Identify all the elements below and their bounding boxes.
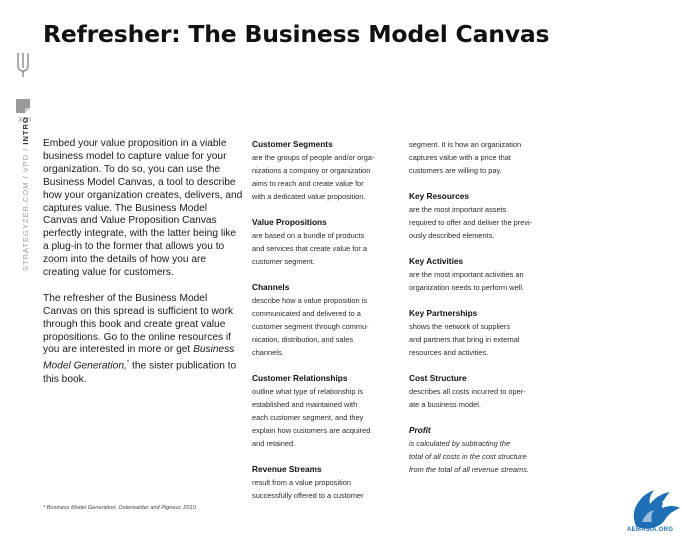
definition-text: is calculated by subtracting the total o…	[409, 439, 529, 474]
intro-paragraph-1: Embed your value proposition in a viable…	[43, 138, 243, 279]
definitions-column-2: segment. It is how an organization captu…	[409, 138, 559, 489]
definition-heading: Revenue Streams	[252, 464, 322, 474]
definition-key-resources: Key Resources are the most important ass…	[409, 190, 559, 242]
footnote: * Business Model Generation, Osterwalder…	[43, 505, 198, 511]
vertical-section-label: STRATEGYZER.COM / VPD / INTRO	[21, 116, 30, 271]
definition-text: are the most important assets required t…	[409, 205, 533, 240]
page-title: Refresher: The Business Model Canvas	[43, 20, 550, 48]
definition-customer-relationships: Customer Relationships outline what type…	[252, 372, 402, 450]
vertical-label-section: INTRO	[21, 116, 30, 145]
definition-heading: Profit	[409, 425, 431, 435]
definition-text: shows the network of suppliers and partn…	[409, 322, 520, 357]
definition-text: are the most important activities an org…	[409, 270, 525, 292]
definition-value-propositions: Value Propositions are based on a bundle…	[252, 216, 402, 268]
definition-key-activities: Key Activities are the most important ac…	[409, 255, 559, 294]
definition-heading: Channels	[252, 282, 290, 292]
definition-text: are based on a bundle of products and se…	[252, 231, 368, 266]
definition-channels: Channels describe how a value propositio…	[252, 281, 402, 359]
definition-customer-segments: Customer Segments are the groups of peop…	[252, 138, 402, 203]
pen-nib-icon	[14, 52, 36, 83]
definition-key-partnerships: Key Partnerships shows the network of su…	[409, 307, 559, 359]
definition-revenue-streams-continued: segment. It is how an organization captu…	[409, 138, 559, 177]
definition-heading: Value Propositions	[252, 217, 327, 227]
definition-heading: Key Partnerships	[409, 308, 478, 318]
definition-heading: Cost Structure	[409, 373, 467, 383]
definition-heading: Key Resources	[409, 191, 469, 201]
definition-text: result from a value proposition successf…	[252, 478, 364, 500]
intro-paragraph-2: The refresher of the Business Model Canv…	[43, 293, 243, 387]
definition-text: are the groups of people and/or orga- ni…	[252, 153, 375, 201]
intro-column: Embed your value proposition in a viable…	[43, 138, 243, 399]
watermark-text: AEMASIA.ORG	[627, 527, 674, 533]
definition-text: segment. It is how an organization captu…	[409, 140, 522, 175]
definition-heading: Key Activities	[409, 256, 464, 266]
definition-revenue-streams: Revenue Streams result from a value prop…	[252, 463, 402, 502]
definition-text: describes all costs incurred to oper- at…	[409, 387, 526, 409]
definition-text: outline what type of relationship is est…	[252, 387, 371, 448]
definitions-column-1: Customer Segments are the groups of peop…	[252, 138, 402, 515]
vertical-label-path: STRATEGYZER.COM / VPD /	[21, 144, 30, 271]
definition-heading: Customer Segments	[252, 139, 333, 149]
definition-cost-structure: Cost Structure describes all costs incur…	[409, 372, 559, 411]
definition-heading: Customer Relationships	[252, 373, 348, 383]
definition-profit: Profit is calculated by subtracting the …	[409, 424, 559, 476]
definition-text: describe how a value proposition is comm…	[252, 296, 369, 357]
